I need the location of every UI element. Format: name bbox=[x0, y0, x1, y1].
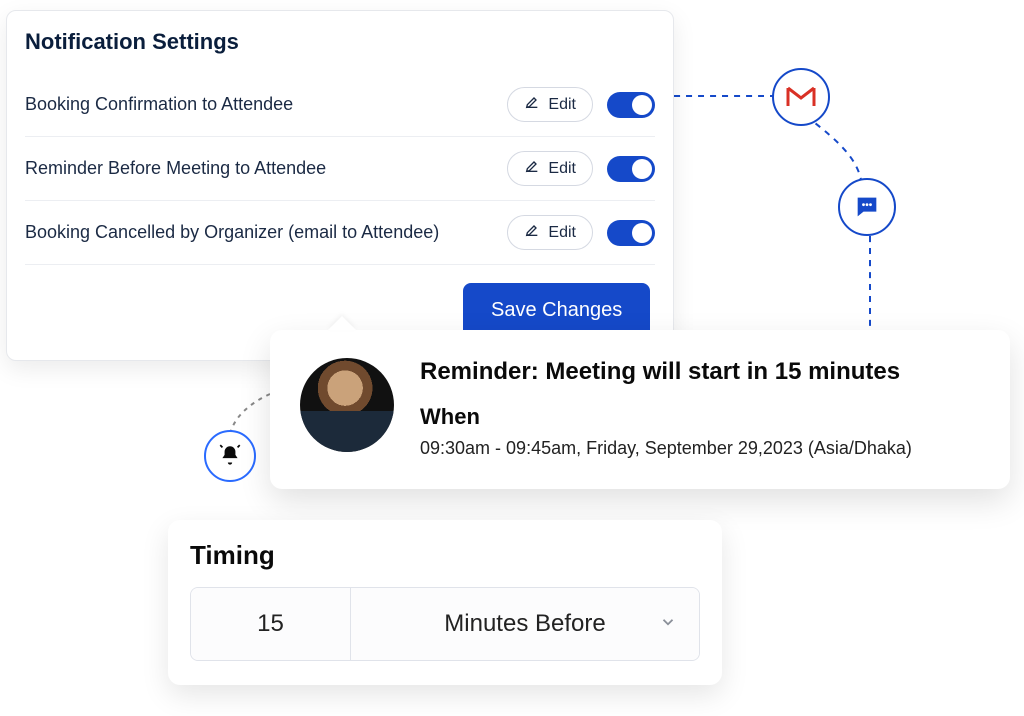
timing-card: Timing 15 Minutes Before bbox=[168, 520, 722, 685]
reminder-card: Reminder: Meeting will start in 15 minut… bbox=[270, 330, 1010, 489]
notification-row: Booking Cancelled by Organizer (email to… bbox=[25, 201, 655, 265]
panel-title: Notification Settings bbox=[25, 29, 655, 55]
edit-button[interactable]: Edit bbox=[507, 215, 593, 250]
edit-button[interactable]: Edit bbox=[507, 87, 593, 122]
notification-label: Booking Cancelled by Organizer (email to… bbox=[25, 222, 439, 243]
notification-label: Booking Confirmation to Attendee bbox=[25, 94, 293, 115]
pencil-icon bbox=[524, 158, 540, 179]
toggle-switch[interactable] bbox=[607, 156, 655, 182]
timing-value-input[interactable]: 15 bbox=[191, 588, 351, 660]
timing-title: Timing bbox=[190, 540, 700, 571]
gmail-icon bbox=[772, 68, 830, 126]
pencil-icon bbox=[524, 222, 540, 243]
chat-icon bbox=[838, 178, 896, 236]
bell-icon bbox=[204, 430, 256, 482]
chevron-down-icon bbox=[659, 610, 677, 638]
notification-settings-panel: Notification Settings Booking Confirmati… bbox=[6, 10, 674, 361]
toggle-switch[interactable] bbox=[607, 220, 655, 246]
pencil-icon bbox=[524, 94, 540, 115]
timing-unit-select[interactable]: Minutes Before bbox=[351, 588, 699, 660]
reminder-when-label: When bbox=[420, 404, 912, 430]
edit-button[interactable]: Edit bbox=[507, 151, 593, 186]
toggle-switch[interactable] bbox=[607, 92, 655, 118]
notification-row: Reminder Before Meeting to Attendee Edit bbox=[25, 137, 655, 201]
edit-label: Edit bbox=[548, 96, 576, 114]
timing-unit-label: Minutes Before bbox=[444, 610, 605, 638]
reminder-when-value: 09:30am - 09:45am, Friday, September 29,… bbox=[420, 438, 912, 459]
avatar bbox=[300, 358, 394, 452]
edit-label: Edit bbox=[548, 224, 576, 242]
edit-label: Edit bbox=[548, 160, 576, 178]
notification-row: Booking Confirmation to Attendee Edit bbox=[25, 73, 655, 137]
notification-label: Reminder Before Meeting to Attendee bbox=[25, 158, 326, 179]
reminder-title: Reminder: Meeting will start in 15 minut… bbox=[420, 358, 912, 386]
